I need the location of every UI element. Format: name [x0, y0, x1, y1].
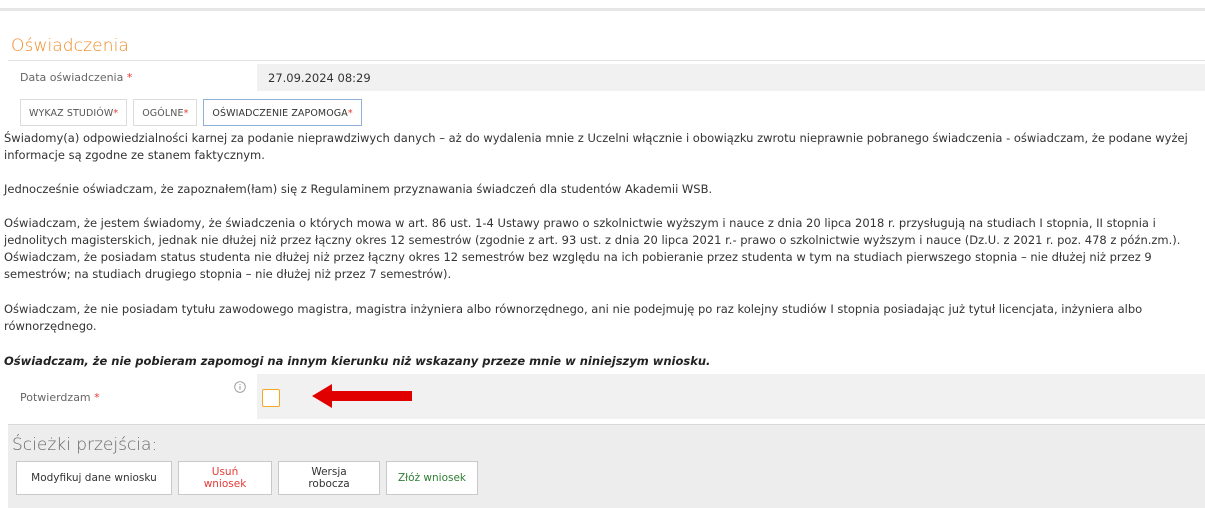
- required-mark: *: [183, 108, 189, 119]
- tab-oswiadczenie-zapomoga[interactable]: OŚWIADCZENIE ZAPOMOGA*: [203, 99, 362, 126]
- tab-ogolne[interactable]: OGÓLNE*: [133, 99, 198, 126]
- tab-label: WYKAZ STUDIÓW: [29, 108, 114, 119]
- confirm-row: Potwierdzam *: [12, 374, 1205, 419]
- delete-application-button[interactable]: Usuń wniosek: [178, 461, 272, 495]
- date-value: 27.09.2024 08:29: [257, 64, 1205, 91]
- paths-title: Ścieżki przejścia:: [12, 435, 158, 455]
- declaration-paragraph: Jednocześnie oświadczam, że zapoznałem(ł…: [4, 182, 713, 196]
- tab-wykaz-studiow[interactable]: WYKAZ STUDIÓW*: [20, 99, 128, 126]
- submit-application-button[interactable]: Złóż wniosek: [386, 461, 478, 495]
- confirm-label-text: Potwierdzam: [20, 391, 91, 404]
- required-mark: *: [113, 108, 119, 119]
- section-title: Oświadczenia: [11, 36, 129, 56]
- declaration-paragraph: Oświadczam, że nie posiadam tytułu zawod…: [4, 302, 1143, 333]
- tab-bar: WYKAZ STUDIÓW* OGÓLNE* OŚWIADCZENIE ZAPO…: [20, 99, 368, 126]
- declaration-paragraph: Świadomy(a) odpowiedzialności karnej za …: [4, 131, 1188, 162]
- confirm-field: [257, 374, 1205, 419]
- required-mark: *: [347, 108, 353, 119]
- declaration-emphasis: Oświadczam, że nie pobieram zapomogi na …: [4, 354, 711, 368]
- draft-version-button[interactable]: Wersja robocza: [278, 461, 380, 495]
- transition-paths-panel: Ścieżki przejścia: Modyfikuj dane wniosk…: [8, 424, 1205, 508]
- title-divider: [8, 60, 1205, 61]
- paths-button-bar: Modyfikuj dane wniosku Usuń wniosek Wers…: [16, 461, 484, 495]
- top-border: [0, 8, 1205, 11]
- required-mark: *: [94, 391, 100, 404]
- confirm-label: Potwierdzam *: [20, 391, 100, 404]
- date-label: Data oświadczenia *: [20, 71, 132, 84]
- date-row: Data oświadczenia * 27.09.2024 08:29: [12, 64, 1205, 91]
- red-arrow-left-icon: [312, 384, 412, 408]
- required-mark: *: [126, 71, 133, 84]
- modify-application-button[interactable]: Modyfikuj dane wniosku: [16, 461, 172, 495]
- tab-label: OGÓLNE: [142, 108, 184, 119]
- info-circle-icon[interactable]: [234, 381, 246, 393]
- date-label-text: Data oświadczenia: [20, 71, 124, 84]
- tab-label: OŚWIADCZENIE ZAPOMOGA: [212, 108, 348, 119]
- confirm-checkbox[interactable]: [262, 389, 280, 407]
- declaration-paragraph: Oświadczam, że jestem świadomy, że świad…: [4, 216, 1181, 281]
